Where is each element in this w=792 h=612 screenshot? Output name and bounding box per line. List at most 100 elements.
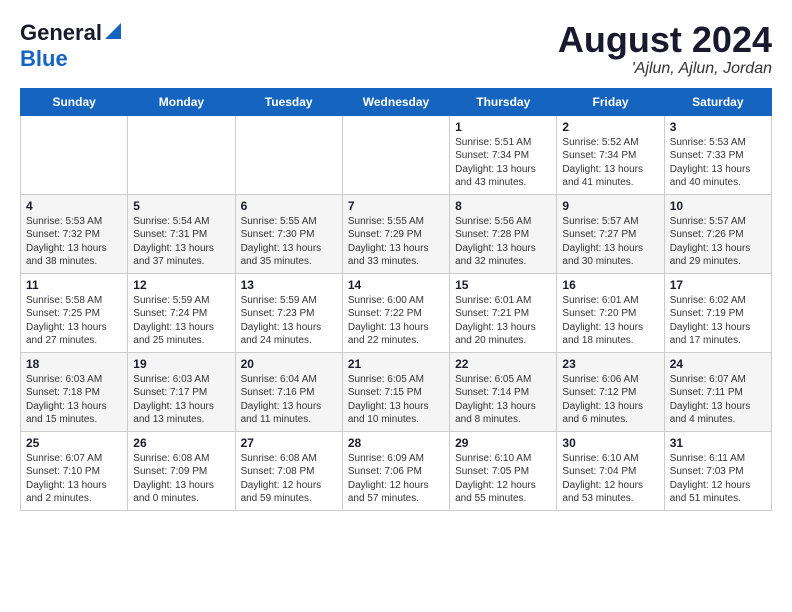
- day-number: 29: [455, 436, 551, 450]
- day-info: Sunrise: 5:52 AM Sunset: 7:34 PM Dayligh…: [562, 136, 658, 190]
- day-info: Sunrise: 5:57 AM Sunset: 7:27 PM Dayligh…: [562, 215, 658, 269]
- day-info: Sunrise: 6:10 AM Sunset: 7:05 PM Dayligh…: [455, 452, 551, 506]
- table-row: [342, 115, 449, 194]
- day-number: 21: [348, 357, 444, 371]
- table-row: 19 Sunrise: 6:03 AM Sunset: 7:17 PM Dayli…: [128, 352, 235, 431]
- table-row: 7 Sunrise: 5:55 AM Sunset: 7:29 PM Daylig…: [342, 194, 449, 273]
- day-number: 24: [670, 357, 766, 371]
- day-info: Sunrise: 5:51 AM Sunset: 7:34 PM Dayligh…: [455, 136, 551, 190]
- col-tuesday: Tuesday: [235, 88, 342, 115]
- day-info: Sunrise: 6:09 AM Sunset: 7:06 PM Dayligh…: [348, 452, 444, 506]
- table-row: 5 Sunrise: 5:54 AM Sunset: 7:31 PM Daylig…: [128, 194, 235, 273]
- day-number: 3: [670, 120, 766, 134]
- day-info: Sunrise: 6:05 AM Sunset: 7:14 PM Dayligh…: [455, 373, 551, 427]
- day-number: 7: [348, 199, 444, 213]
- calendar-week-row: 11 Sunrise: 5:58 AM Sunset: 7:25 PM Dayli…: [21, 273, 772, 352]
- day-number: 13: [241, 278, 337, 292]
- day-info: Sunrise: 5:54 AM Sunset: 7:31 PM Dayligh…: [133, 215, 229, 269]
- table-row: 25Sunrise: 6:07 AM Sunset: 7:10 PM Dayli…: [21, 431, 128, 510]
- day-number: 5: [133, 199, 229, 213]
- table-row: 14 Sunrise: 6:00 AM Sunset: 7:22 PM Dayli…: [342, 273, 449, 352]
- day-info: Sunrise: 5:53 AM Sunset: 7:33 PM Dayligh…: [670, 136, 766, 190]
- table-row: 6 Sunrise: 5:55 AM Sunset: 7:30 PM Daylig…: [235, 194, 342, 273]
- table-row: 4 Sunrise: 5:53 AM Sunset: 7:32 PM Daylig…: [21, 194, 128, 273]
- table-row: 1 Sunrise: 5:51 AM Sunset: 7:34 PM Daylig…: [450, 115, 557, 194]
- day-info: Sunrise: 6:03 AM Sunset: 7:17 PM Dayligh…: [133, 373, 229, 427]
- day-info: Sunrise: 6:04 AM Sunset: 7:16 PM Dayligh…: [241, 373, 337, 427]
- logo-blue-text: Blue: [20, 46, 68, 71]
- table-row: [21, 115, 128, 194]
- day-info: Sunrise: 6:11 AM Sunset: 7:03 PM Dayligh…: [670, 452, 766, 506]
- table-row: 13 Sunrise: 5:59 AM Sunset: 7:23 PM Dayli…: [235, 273, 342, 352]
- calendar-title: August 2024: [558, 20, 772, 60]
- day-info: Sunrise: 6:08 AM Sunset: 7:08 PM Dayligh…: [241, 452, 337, 506]
- table-row: 28 Sunrise: 6:09 AM Sunset: 7:06 PM Dayli…: [342, 431, 449, 510]
- day-info: Sunrise: 5:53 AM Sunset: 7:32 PM Dayligh…: [26, 215, 122, 269]
- col-thursday: Thursday: [450, 88, 557, 115]
- table-row: [235, 115, 342, 194]
- day-info: Sunrise: 5:59 AM Sunset: 7:23 PM Dayligh…: [241, 294, 337, 348]
- table-row: 8Sunrise: 5:56 AM Sunset: 7:28 PM Daylig…: [450, 194, 557, 273]
- day-info: Sunrise: 6:02 AM Sunset: 7:19 PM Dayligh…: [670, 294, 766, 348]
- table-row: 17 Sunrise: 6:02 AM Sunset: 7:19 PM Dayli…: [664, 273, 771, 352]
- day-number: 6: [241, 199, 337, 213]
- day-number: 2: [562, 120, 658, 134]
- calendar-week-row: 1 Sunrise: 5:51 AM Sunset: 7:34 PM Daylig…: [21, 115, 772, 194]
- day-info: Sunrise: 5:56 AM Sunset: 7:28 PM Dayligh…: [455, 215, 551, 269]
- day-number: 19: [133, 357, 229, 371]
- calendar-table: Sunday Monday Tuesday Wednesday Thursday…: [20, 88, 772, 511]
- col-wednesday: Wednesday: [342, 88, 449, 115]
- table-row: 2 Sunrise: 5:52 AM Sunset: 7:34 PM Daylig…: [557, 115, 664, 194]
- day-number: 30: [562, 436, 658, 450]
- day-number: 14: [348, 278, 444, 292]
- day-info: Sunrise: 5:59 AM Sunset: 7:24 PM Dayligh…: [133, 294, 229, 348]
- day-number: 26: [133, 436, 229, 450]
- day-info: Sunrise: 6:00 AM Sunset: 7:22 PM Dayligh…: [348, 294, 444, 348]
- day-number: 17: [670, 278, 766, 292]
- title-block: August 2024 'Ajlun, Ajlun, Jordan: [558, 20, 772, 78]
- table-row: 27Sunrise: 6:08 AM Sunset: 7:08 PM Dayli…: [235, 431, 342, 510]
- day-info: Sunrise: 5:58 AM Sunset: 7:25 PM Dayligh…: [26, 294, 122, 348]
- day-info: Sunrise: 5:55 AM Sunset: 7:30 PM Dayligh…: [241, 215, 337, 269]
- day-info: Sunrise: 5:55 AM Sunset: 7:29 PM Dayligh…: [348, 215, 444, 269]
- col-monday: Monday: [128, 88, 235, 115]
- day-number: 25: [26, 436, 122, 450]
- day-info: Sunrise: 6:01 AM Sunset: 7:20 PM Dayligh…: [562, 294, 658, 348]
- col-saturday: Saturday: [664, 88, 771, 115]
- day-number: 22: [455, 357, 551, 371]
- calendar-week-row: 18Sunrise: 6:03 AM Sunset: 7:18 PM Dayli…: [21, 352, 772, 431]
- table-row: 23 Sunrise: 6:06 AM Sunset: 7:12 PM Dayli…: [557, 352, 664, 431]
- calendar-week-row: 4 Sunrise: 5:53 AM Sunset: 7:32 PM Daylig…: [21, 194, 772, 273]
- day-number: 1: [455, 120, 551, 134]
- table-row: 30 Sunrise: 6:10 AM Sunset: 7:04 PM Dayli…: [557, 431, 664, 510]
- table-row: 12Sunrise: 5:59 AM Sunset: 7:24 PM Dayli…: [128, 273, 235, 352]
- day-number: 15: [455, 278, 551, 292]
- table-row: 24Sunrise: 6:07 AM Sunset: 7:11 PM Dayli…: [664, 352, 771, 431]
- calendar-header-row: Sunday Monday Tuesday Wednesday Thursday…: [21, 88, 772, 115]
- table-row: 21Sunrise: 6:05 AM Sunset: 7:15 PM Dayli…: [342, 352, 449, 431]
- day-number: 9: [562, 199, 658, 213]
- logo: General Blue: [20, 20, 121, 72]
- table-row: 18Sunrise: 6:03 AM Sunset: 7:18 PM Dayli…: [21, 352, 128, 431]
- day-number: 23: [562, 357, 658, 371]
- table-row: 15 Sunrise: 6:01 AM Sunset: 7:21 PM Dayli…: [450, 273, 557, 352]
- calendar-week-row: 25Sunrise: 6:07 AM Sunset: 7:10 PM Dayli…: [21, 431, 772, 510]
- table-row: [128, 115, 235, 194]
- day-info: Sunrise: 6:06 AM Sunset: 7:12 PM Dayligh…: [562, 373, 658, 427]
- table-row: 10Sunrise: 5:57 AM Sunset: 7:26 PM Dayli…: [664, 194, 771, 273]
- day-number: 11: [26, 278, 122, 292]
- day-number: 18: [26, 357, 122, 371]
- day-number: 4: [26, 199, 122, 213]
- day-info: Sunrise: 6:01 AM Sunset: 7:21 PM Dayligh…: [455, 294, 551, 348]
- table-row: 26Sunrise: 6:08 AM Sunset: 7:09 PM Dayli…: [128, 431, 235, 510]
- table-row: 22 Sunrise: 6:05 AM Sunset: 7:14 PM Dayli…: [450, 352, 557, 431]
- table-row: 31Sunrise: 6:11 AM Sunset: 7:03 PM Dayli…: [664, 431, 771, 510]
- day-info: Sunrise: 6:10 AM Sunset: 7:04 PM Dayligh…: [562, 452, 658, 506]
- table-row: 29 Sunrise: 6:10 AM Sunset: 7:05 PM Dayli…: [450, 431, 557, 510]
- table-row: 3 Sunrise: 5:53 AM Sunset: 7:33 PM Daylig…: [664, 115, 771, 194]
- day-number: 20: [241, 357, 337, 371]
- day-number: 28: [348, 436, 444, 450]
- logo-general-text: General: [20, 20, 102, 46]
- calendar-location: 'Ajlun, Ajlun, Jordan: [558, 60, 772, 78]
- day-info: Sunrise: 5:57 AM Sunset: 7:26 PM Dayligh…: [670, 215, 766, 269]
